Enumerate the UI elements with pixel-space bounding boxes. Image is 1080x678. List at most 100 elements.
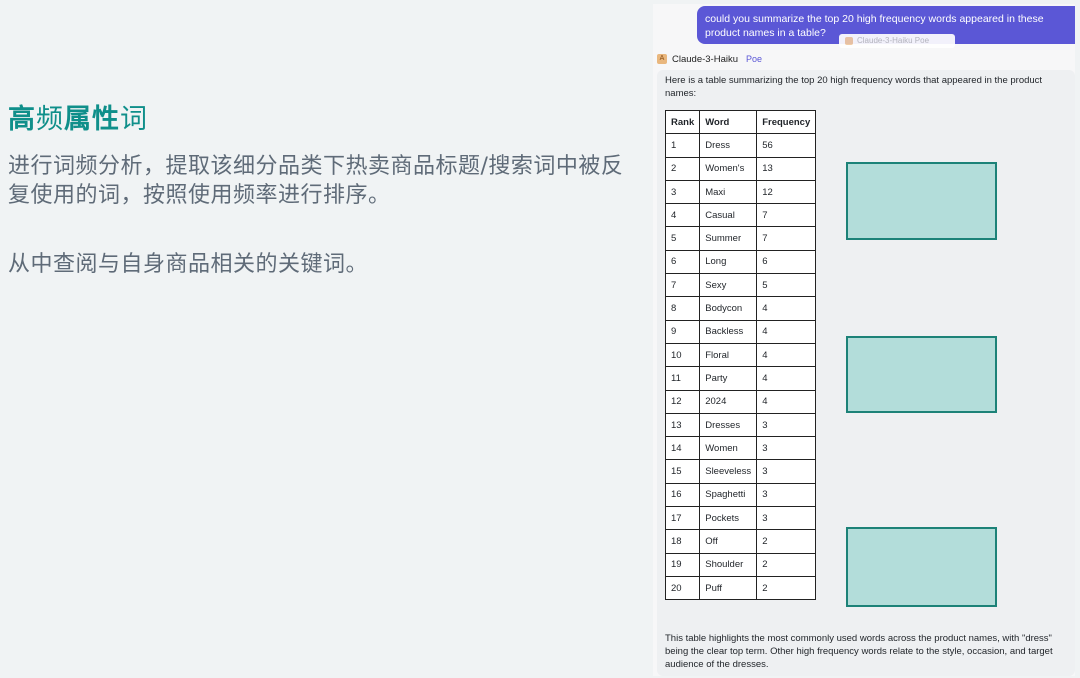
highlight-box [846,527,997,607]
frequency-cell: 2 [756,552,817,577]
word-cell: Bodycon [699,296,758,321]
rank-cell: 1 [664,133,701,158]
rank-cell: 18 [664,529,701,554]
title-part: 频 [36,104,64,135]
frequency-cell: 7 [756,203,817,228]
slide-description: 进行词频分析，提取该细分品类下热卖商品标题/搜索词中被反复使用的词，按照使用频率… [8,154,624,208]
frequency-cell: 13 [756,156,817,181]
table-header-row: Rank Word Frequency [664,109,817,135]
table-row: 11 Party 4 [664,366,817,391]
table-row: 5 Summer 7 [664,226,817,251]
table-row: 2 Women's 13 [664,156,817,181]
rank-cell: 7 [664,273,701,298]
table-row: 14 Women 3 [664,436,817,461]
word-cell: Long [699,249,758,275]
word-cell: Women's [699,156,758,181]
word-cell: Party [699,366,758,391]
frequency-cell: 4 [756,319,817,344]
frequency-cell: 4 [756,342,817,368]
rank-cell: 6 [664,249,701,275]
rank-cell: 8 [664,296,701,321]
rank-cell: 10 [664,342,701,368]
frequency-cell: 12 [756,179,817,205]
table-row: 16 Spaghetti 3 [664,482,817,508]
column-header: Rank [664,109,701,135]
bot-summary-text: This table highlights the most commonly … [665,633,1053,670]
rank-cell: 11 [664,366,701,391]
chat-panel: could you summarize the top 20 high freq… [653,4,1075,676]
title-part: 属性 [64,104,120,135]
table-row: 3 Maxi 12 [664,179,817,205]
frequency-cell: 3 [756,482,817,508]
bot-avatar-icon [845,36,853,45]
rank-cell: 4 [664,203,701,228]
slide-text: 高频属性词 进行词频分析，提取该细分品类下热卖商品标题/搜索词中被反复使用的词，… [8,100,628,279]
frequency-cell: 2 [756,575,817,601]
word-cell: Dresses [699,412,758,438]
word-cell: Women [699,436,758,461]
table-row: 4 Casual 7 [664,203,817,228]
word-cell: Sleeveless [699,459,758,484]
frequency-cell: 6 [756,249,817,275]
platform-badge: Poe [746,54,763,64]
word-cell: Maxi [699,179,758,205]
word-cell: Shoulder [699,552,758,577]
table-row: 13 Dresses 3 [664,412,817,438]
word-cell: Dress [699,133,758,158]
rank-cell: 16 [664,482,701,508]
word-cell: Spaghetti [699,482,758,508]
rank-cell: 5 [664,226,701,251]
word-cell: Floral [699,342,758,368]
frequency-cell: 56 [756,133,817,158]
rank-cell: 9 [664,319,701,344]
highlight-box [846,336,997,413]
frequency-cell: 4 [756,296,817,321]
word-cell: 2024 [699,389,758,414]
title-part: 高 [8,104,36,135]
rank-cell: 2 [664,156,701,181]
word-cell: Casual [699,203,758,228]
table-row: 6 Long 6 [664,249,817,275]
bot-intro-text: Here is a table summarizing the top 20 h… [665,75,1043,99]
frequency-cell: 7 [756,226,817,251]
table-row: 18 Off 2 [664,529,817,554]
rank-cell: 14 [664,436,701,461]
rank-cell: 3 [664,179,701,205]
rank-cell: 15 [664,459,701,484]
frequency-cell: 2 [756,529,817,554]
ghost-label-text: Claude-3-Haiku Poe [857,36,930,45]
anthropic-logo-icon: A [657,54,667,64]
title-part: 词 [120,104,148,135]
rank-cell: 20 [664,575,701,601]
table-row: 20 Puff 2 [664,575,817,601]
bot-header: A Claude-3-Haiku Poe [657,52,762,66]
rank-cell: 17 [664,506,701,531]
slide-title: 高频属性词 [8,100,628,140]
table-row: 12 2024 4 [664,389,817,414]
table-row: 8 Bodycon 4 [664,296,817,321]
word-cell: Off [699,529,758,554]
frequency-cell: 5 [756,273,817,298]
table-row: 1 Dress 56 [664,133,817,158]
frequency-cell: 4 [756,366,817,391]
word-cell: Sexy [699,273,758,298]
frequency-table: Rank Word Frequency 1 Dress 56 2 Women's 13 3 M… [664,109,817,601]
table-row: 7 Sexy 5 [664,273,817,298]
bot-label-overlay: Claude-3-Haiku Poe [839,34,955,48]
frequency-cell: 3 [756,412,817,438]
table-row: 15 Sleeveless 3 [664,459,817,484]
frequency-cell: 3 [756,436,817,461]
table-row: 17 Pockets 3 [664,506,817,531]
word-cell: Pockets [699,506,758,531]
column-header: Word [699,109,758,135]
word-cell: Summer [699,226,758,251]
bot-name[interactable]: Claude-3-Haiku [672,54,738,65]
rank-cell: 12 [664,389,701,414]
word-cell: Backless [699,319,758,344]
highlight-box [846,162,997,240]
table-row: 10 Floral 4 [664,342,817,368]
frequency-cell: 4 [756,389,817,414]
word-cell: Puff [699,575,758,601]
rank-cell: 19 [664,552,701,577]
rank-cell: 13 [664,412,701,438]
